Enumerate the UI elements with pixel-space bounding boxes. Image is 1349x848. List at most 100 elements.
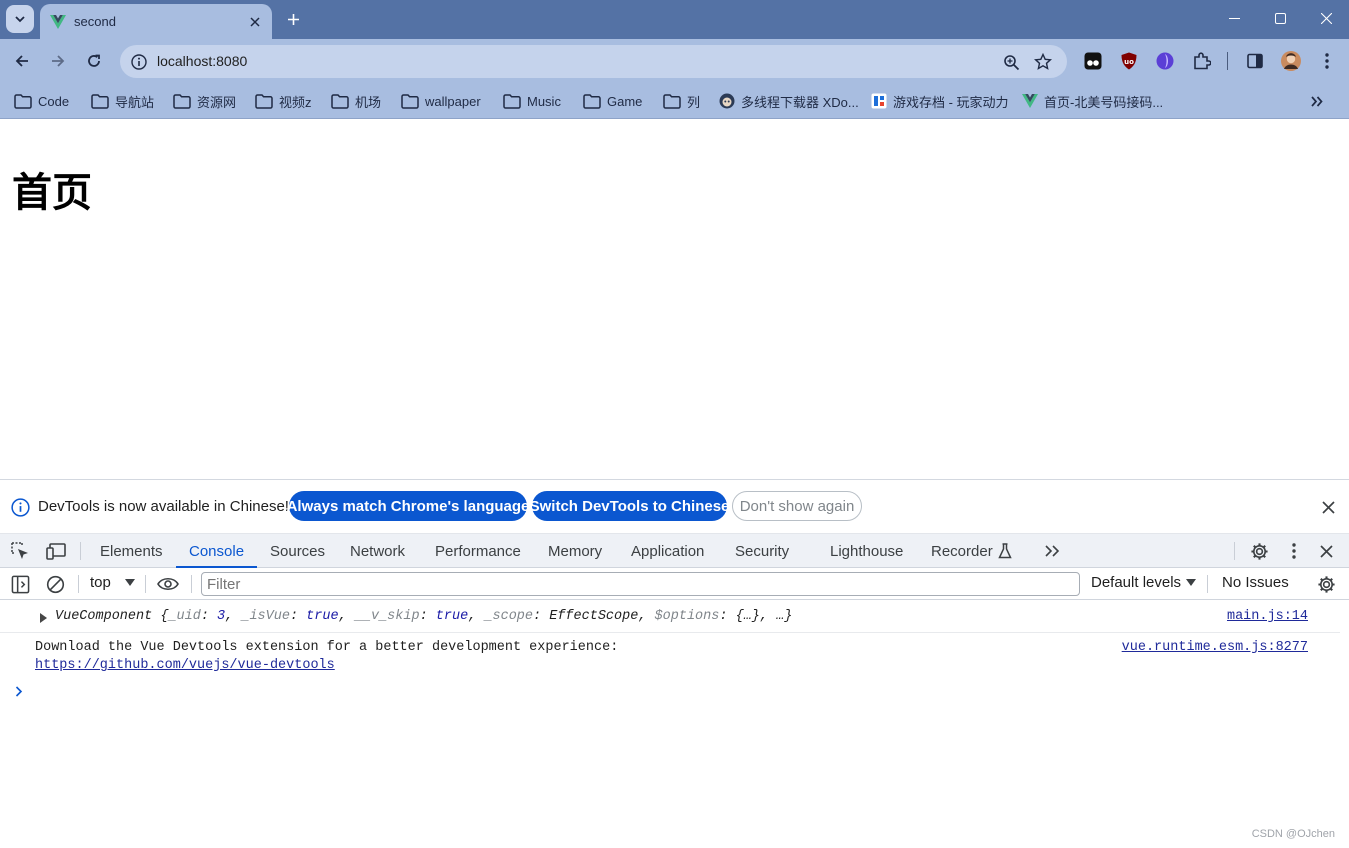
- console-prompt-icon[interactable]: [12, 684, 26, 698]
- devtools-language-infobar: DevTools is now available in Chinese! Al…: [0, 480, 1349, 534]
- side-panel-icon[interactable]: [1245, 51, 1265, 71]
- console-settings-gear-icon[interactable]: [1315, 573, 1337, 595]
- folder-icon: [255, 93, 273, 109]
- back-button[interactable]: [8, 47, 36, 75]
- bookmark-item[interactable]: 视频z: [255, 90, 312, 112]
- live-expression-eye-icon[interactable]: [157, 573, 179, 595]
- extension-tampermonkey-icon[interactable]: [1083, 51, 1103, 71]
- plus-icon: [287, 13, 299, 25]
- tab-elements[interactable]: Elements: [100, 534, 163, 568]
- console-toolbar-separator: [78, 575, 79, 593]
- bookmark-item[interactable]: 多线程下载器 XDo...: [719, 90, 859, 112]
- tab-security[interactable]: Security: [735, 534, 789, 568]
- site-info-icon[interactable]: [128, 51, 149, 72]
- folder-icon: [91, 93, 109, 109]
- object-preview[interactable]: VueComponent {_uid: 3, _isVue: true, __v…: [55, 609, 792, 624]
- prop-key: _scope: [484, 609, 534, 624]
- address-bar[interactable]: localhost:8080: [120, 45, 1067, 78]
- reload-button[interactable]: [80, 47, 108, 75]
- tab-lighthouse[interactable]: Lighthouse: [830, 534, 903, 568]
- tab-application[interactable]: Application: [631, 534, 704, 568]
- tab-memory[interactable]: Memory: [548, 534, 602, 568]
- tab-recorder[interactable]: Recorder: [931, 534, 993, 568]
- console-message[interactable]: VueComponent {_uid: 3, _isVue: true, __v…: [0, 600, 1340, 633]
- maximize-button[interactable]: [1257, 0, 1303, 36]
- zoom-icon[interactable]: [1001, 52, 1021, 72]
- bookmark-item[interactable]: 首页-北美号码接码...: [1022, 90, 1163, 112]
- inspect-element-icon[interactable]: [9, 540, 31, 562]
- watermark: CSDN @OJchen: [1251, 828, 1335, 840]
- device-toolbar-icon[interactable]: [45, 540, 67, 562]
- bookmark-item[interactable]: 导航站: [91, 90, 154, 112]
- minimize-icon: [1228, 17, 1240, 19]
- folder-icon: [173, 93, 191, 109]
- show-sidebar-icon[interactable]: [9, 573, 31, 595]
- clear-console-icon[interactable]: [44, 573, 66, 595]
- url-text[interactable]: localhost:8080: [157, 53, 247, 69]
- bookmark-label: Code: [38, 93, 70, 109]
- context-selector[interactable]: top: [90, 574, 135, 591]
- devtools-close-icon[interactable]: [1315, 540, 1337, 562]
- browser-tab[interactable]: second: [40, 4, 272, 39]
- tab-network[interactable]: Network: [350, 534, 405, 568]
- vue-favicon: [1022, 94, 1038, 108]
- tab-bar-separator: [80, 542, 81, 560]
- minimize-button[interactable]: [1211, 0, 1257, 36]
- tab-bar-separator: [1234, 542, 1235, 560]
- more-tabs-icon[interactable]: [1041, 540, 1063, 562]
- bookmark-item[interactable]: Game: [583, 90, 642, 112]
- forward-button[interactable]: [44, 47, 72, 75]
- tab-search-button[interactable]: [6, 5, 34, 33]
- bookmark-label: 游戏存档 - 玩家动力: [893, 94, 1009, 110]
- log-levels-dropdown[interactable]: Default levels: [1091, 574, 1197, 591]
- vue-logo-icon: [50, 14, 66, 30]
- infobar-message: DevTools is now available in Chinese!: [38, 498, 289, 515]
- issues-counter[interactable]: No Issues: [1222, 574, 1289, 591]
- extension-purple-icon[interactable]: [1155, 51, 1175, 71]
- extension-ublock-icon[interactable]: uo: [1119, 51, 1139, 71]
- bookmarks-overflow-button[interactable]: [1306, 90, 1328, 112]
- console-filter-input[interactable]: [201, 572, 1080, 596]
- bookmark-item[interactable]: 游戏存档 - 玩家动力: [871, 90, 1009, 112]
- expand-triangle-icon[interactable]: [40, 613, 47, 623]
- profile-avatar[interactable]: [1281, 51, 1301, 71]
- devtools-tab-bar: Elements Console Sources Network Perform…: [0, 534, 1349, 568]
- bookmark-label: 资源网: [197, 94, 237, 110]
- bookmark-item[interactable]: wallpaper: [401, 90, 481, 112]
- bookmark-label: 机场: [355, 94, 382, 110]
- window-close-button[interactable]: [1303, 0, 1349, 36]
- tab-sources[interactable]: Sources: [270, 534, 325, 568]
- console-toolbar: top Default levels No Issues: [0, 568, 1349, 600]
- close-icon: [1320, 12, 1332, 24]
- bookmark-item[interactable]: Code: [14, 90, 69, 112]
- bookmark-label: 首页-北美号码接码...: [1044, 94, 1164, 110]
- browser-menu-icon[interactable]: [1317, 51, 1337, 71]
- infobar-close-icon[interactable]: [1318, 497, 1338, 517]
- context-label: top: [90, 574, 111, 591]
- console-messages: VueComponent {_uid: 3, _isVue: true, __v…: [0, 600, 1349, 848]
- new-tab-button[interactable]: [282, 8, 304, 30]
- bookmark-star-icon[interactable]: [1033, 52, 1053, 72]
- bookmark-item[interactable]: 资源网: [173, 90, 236, 112]
- bookmarks-bar: Code 导航站 资源网 视频z 机场 wallpaper Music Game 列 多线程下载器…: [0, 83, 1349, 119]
- always-match-language-button[interactable]: Always match Chrome's language: [287, 491, 529, 521]
- bookmark-item[interactable]: 机场: [331, 90, 381, 112]
- folder-icon: [401, 93, 419, 109]
- tab-close-icon[interactable]: [246, 13, 264, 31]
- message-source-link[interactable]: main.js:14: [1227, 609, 1308, 624]
- settings-gear-icon[interactable]: [1248, 540, 1270, 562]
- bookmark-item[interactable]: 列: [663, 90, 700, 112]
- message-source-link[interactable]: vue.runtime.esm.js:8277: [1122, 640, 1308, 655]
- folder-icon: [331, 93, 349, 109]
- tab-console[interactable]: Console: [175, 534, 258, 568]
- bookmark-label: 导航站: [115, 94, 155, 110]
- tab-performance[interactable]: Performance: [435, 534, 521, 568]
- dont-show-again-button[interactable]: Don't show again: [732, 491, 862, 521]
- prop-value: 3: [217, 609, 226, 624]
- switch-to-chinese-button[interactable]: Switch DevTools to Chinese: [530, 491, 729, 521]
- bookmark-item[interactable]: Music: [503, 90, 561, 112]
- devtools-menu-icon[interactable]: [1283, 540, 1305, 562]
- extensions-puzzle-icon[interactable]: [1192, 51, 1212, 71]
- arrow-left-icon: [15, 55, 28, 67]
- vue-devtools-link[interactable]: https://github.com/vuejs/vue-devtools: [35, 658, 335, 673]
